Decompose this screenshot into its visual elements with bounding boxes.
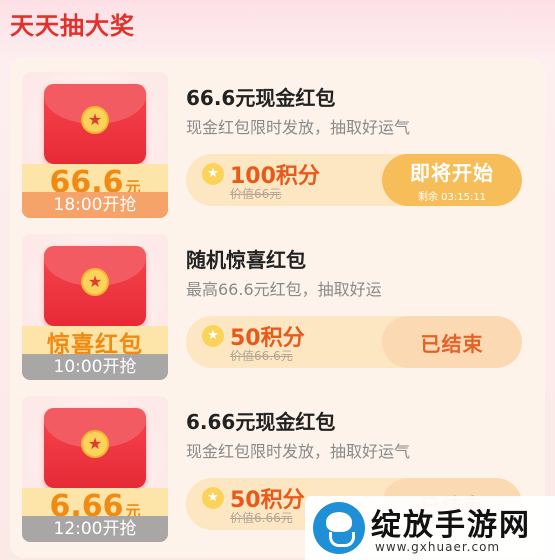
- ended-button[interactable]: 已结束: [382, 316, 522, 368]
- start-time-bar: 12:00开抢: [22, 516, 168, 542]
- original-value: 价值66.6元: [230, 349, 293, 363]
- prize-title: 66.6元现金红包: [186, 86, 336, 110]
- page-title: 天天抽大奖: [10, 12, 135, 40]
- prize-card[interactable]: ★ 惊喜红包 10:00开抢 随机惊喜红包 最高66.6元红包，抽取好运 ★ 5…: [22, 220, 537, 380]
- redeem-bar[interactable]: ★ 50积分 价值66.6元 已结束: [186, 316, 522, 368]
- watermark-url: www.gxhuaer.com: [375, 540, 501, 554]
- red-envelope-icon: ★: [44, 246, 146, 326]
- watermark-name: 绽放手游网: [371, 508, 531, 543]
- prize-thumbnail: ★ 6.66 元 12:00开抢: [22, 396, 168, 542]
- star-coin-icon: ★: [202, 163, 224, 185]
- prize-description: 现金红包限时发放，抽取好运气: [186, 118, 411, 137]
- button-label: 即将开始: [410, 161, 494, 185]
- star-icon: ★: [81, 268, 109, 296]
- prize-description: 最高66.6元红包，抽取好运: [186, 280, 382, 299]
- prize-info: 6.66元现金红包 现金红包限时发放，抽取好运气: [186, 410, 521, 462]
- prize-info: 随机惊喜红包 最高66.6元红包，抽取好运: [186, 248, 521, 300]
- original-value: 价值66元: [230, 187, 282, 201]
- redeem-bar[interactable]: ★ 100积分 价值66元 即将开始 剩余 03:15:11: [186, 154, 522, 206]
- prize-card[interactable]: ★ 66.6 元 18:00开抢 66.6元现金红包 现金红包限时发放，抽取好运…: [22, 58, 537, 218]
- site-watermark: 绽放手游网 www.gxhuaer.com: [305, 496, 555, 560]
- star-icon: ★: [81, 106, 109, 134]
- prize-thumbnail: ★ 惊喜红包 10:00开抢: [22, 234, 168, 380]
- button-label: 已结束: [420, 331, 484, 356]
- prize-info: 66.6元现金红包 现金红包限时发放，抽取好运气: [186, 86, 521, 138]
- prize-description: 现金红包限时发放，抽取好运气: [186, 442, 411, 461]
- start-time-bar: 10:00开抢: [22, 354, 168, 380]
- coming-soon-button[interactable]: 即将开始 剩余 03:15:11: [382, 154, 522, 206]
- prize-title: 随机惊喜红包: [186, 248, 306, 272]
- prize-thumbnail: ★ 66.6 元 18:00开抢: [22, 72, 168, 218]
- prize-title: 6.66元现金红包: [186, 410, 336, 434]
- red-envelope-icon: ★: [44, 84, 146, 164]
- star-coin-icon: ★: [202, 325, 224, 347]
- prize-list-panel: ★ 66.6 元 18:00开抢 66.6元现金红包 现金红包限时发放，抽取好运…: [10, 58, 545, 558]
- star-icon: ★: [81, 430, 109, 458]
- star-coin-icon: ★: [202, 487, 224, 509]
- original-value: 价值6.66元: [230, 511, 293, 525]
- squid-logo-icon: [313, 502, 365, 554]
- start-time-bar: 18:00开抢: [22, 192, 168, 218]
- countdown-text: 剩余 03:15:11: [417, 192, 487, 203]
- red-envelope-icon: ★: [44, 408, 146, 488]
